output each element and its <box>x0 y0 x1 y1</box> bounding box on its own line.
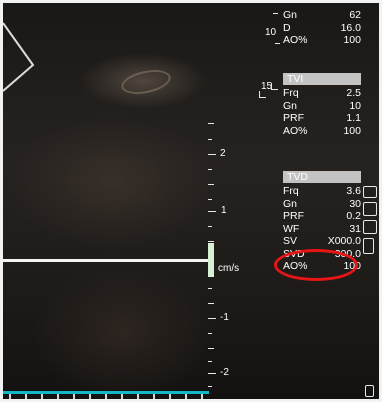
document-icon[interactable] <box>363 238 374 254</box>
sample-gate-bracket <box>259 91 266 98</box>
time-tick <box>153 394 155 399</box>
param-label: Gn <box>283 9 298 21</box>
layout-icon[interactable] <box>363 220 377 234</box>
scale-tick <box>208 226 212 227</box>
scale-label-1: 1 <box>221 205 227 216</box>
scale-tick <box>208 303 214 304</box>
doppler-baseline <box>3 259 209 262</box>
param-row: Gn 10 <box>283 100 361 113</box>
param-label: AO% <box>283 34 308 46</box>
param-label: Gn <box>283 99 298 112</box>
scale-tick <box>208 348 214 349</box>
param-value: 100 <box>343 124 361 137</box>
time-tick <box>137 394 139 399</box>
sample-volume-row: SV X000.0 <box>283 235 361 248</box>
tissue-artifact <box>119 66 173 98</box>
scale-tick <box>208 199 212 200</box>
param-value: X000.0 <box>327 235 361 247</box>
scale-tick <box>208 318 216 319</box>
param-row: D 16.0 <box>283 22 361 35</box>
time-tick <box>25 394 27 399</box>
param-value: 3.6 <box>346 185 361 197</box>
battery-icon <box>365 385 374 397</box>
param-label: D <box>283 21 291 34</box>
param-label: Frq <box>283 185 299 197</box>
param-value: 31 <box>349 222 361 235</box>
param-label: Gn <box>283 197 298 210</box>
scale-tick <box>208 123 214 124</box>
param-label: PRF <box>283 210 304 222</box>
param-label: Frq <box>283 87 299 99</box>
param-value: 16.0 <box>340 21 361 34</box>
param-row: Gn 30 <box>283 198 361 211</box>
sample-gate-bracket <box>271 83 278 90</box>
time-tick <box>73 394 75 399</box>
time-tick <box>89 394 91 399</box>
param-value: 100 <box>343 34 361 46</box>
param-label: SV <box>283 235 298 247</box>
scale-tick <box>208 333 212 334</box>
highlight-oval <box>274 249 358 281</box>
param-value: 1.1 <box>346 112 361 124</box>
time-tick <box>185 394 187 399</box>
top-parameter-panel: Gn 62 D 16.0 AO% 100 <box>283 9 361 47</box>
scale-label-minus1: -1 <box>220 312 229 323</box>
param-label: AO% <box>283 124 308 137</box>
time-tick <box>169 394 171 399</box>
param-row: PRF 0.2 <box>283 210 361 223</box>
param-value: 62 <box>349 9 361 21</box>
ultrasound-screen: 10 15 cm/s 2 1 -1 -2 Gn 62 D 16.0 AO% 10… <box>3 3 379 399</box>
scale-label-minus2: -2 <box>220 367 229 378</box>
param-value: 2.5 <box>346 87 361 99</box>
param-row: Gn 62 <box>283 9 361 22</box>
scale-label-2: 2 <box>220 148 226 159</box>
side-toolbar <box>363 186 379 258</box>
scale-tick <box>208 361 212 362</box>
param-row: PRF 1.1 <box>283 112 361 125</box>
scale-tick <box>208 241 214 242</box>
time-tick <box>121 394 123 399</box>
time-tick <box>9 394 11 399</box>
param-row: AO% 100 <box>283 125 361 138</box>
grid-icon[interactable] <box>363 202 377 216</box>
param-row: WF 31 <box>283 223 361 236</box>
tvi-panel: TVI Frq 2.5 Gn 10 PRF 1.1 AO% 100 <box>283 73 361 137</box>
sector-outline <box>3 22 35 92</box>
monitor-icon[interactable] <box>363 186 377 198</box>
scale-tick <box>208 154 216 155</box>
depth-tick <box>275 43 280 44</box>
scale-tick <box>208 139 212 140</box>
depth-tick <box>273 13 278 14</box>
scale-tick <box>208 288 212 289</box>
scale-tick <box>208 169 212 170</box>
time-tick <box>105 394 107 399</box>
param-row: AO% 100 <box>283 34 361 47</box>
param-label: WF <box>283 222 300 235</box>
time-tick <box>41 394 43 399</box>
scale-tick <box>208 211 216 212</box>
scale-tick <box>208 373 216 374</box>
param-value: 0.2 <box>346 210 361 222</box>
time-tick <box>57 394 59 399</box>
velocity-scale: 2 1 -1 -2 <box>208 123 229 398</box>
tvd-header: TVD <box>283 171 361 183</box>
time-tick <box>201 394 203 399</box>
scale-tick <box>208 184 214 185</box>
param-value: 10 <box>349 99 361 112</box>
param-label: PRF <box>283 112 304 124</box>
param-value: 30 <box>349 197 361 210</box>
param-row: Frq 2.5 <box>283 87 361 100</box>
scale-tick <box>208 386 212 387</box>
depth-mark-10: 10 <box>265 27 277 38</box>
tvi-header: TVI <box>283 73 361 85</box>
param-row: Frq 3.6 <box>283 185 361 198</box>
